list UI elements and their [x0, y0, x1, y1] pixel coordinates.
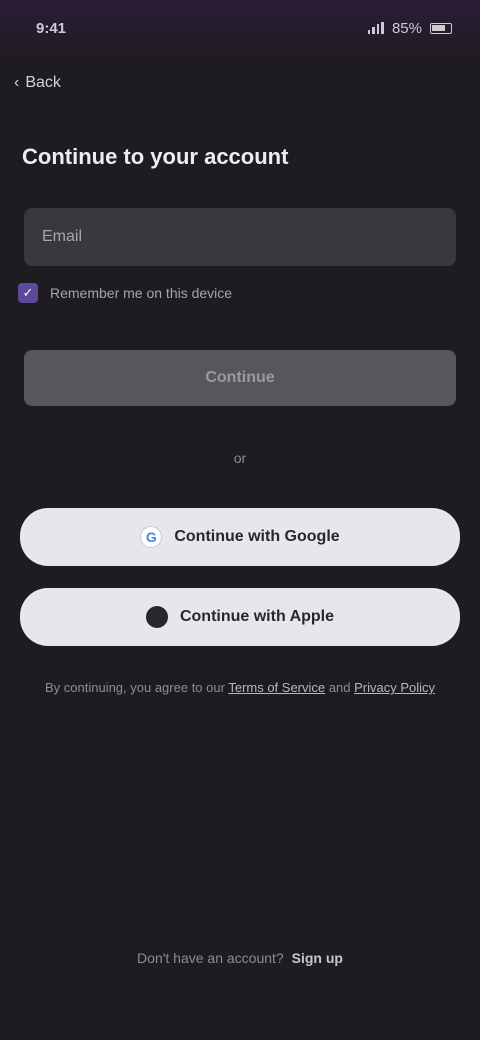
privacy-link[interactable]: Privacy Policy: [354, 680, 435, 695]
email-input[interactable]: [24, 208, 456, 266]
terms-link[interactable]: Terms of Service: [228, 680, 325, 695]
back-button[interactable]: ‹ Back: [14, 74, 61, 92]
signup-prompt: Don't have an account?: [137, 950, 284, 966]
signup-footer: Don't have an account? Sign up: [0, 950, 480, 966]
terms-prefix: By continuing, you agree to our: [44, 680, 225, 695]
google-signin-button[interactable]: G Continue with Google: [20, 508, 460, 566]
check-icon: ✓: [22, 285, 34, 300]
chevron-left-icon: ‹: [14, 74, 20, 91]
back-label: Back: [25, 74, 61, 91]
or-divider: or: [233, 450, 247, 466]
status-right: 85%: [367, 19, 452, 37]
continue-button[interactable]: Continue: [24, 350, 456, 406]
apple-icon: [145, 606, 168, 628]
status-time: 9:41: [36, 19, 67, 37]
status-left: 9:41: [36, 20, 66, 37]
signup-link[interactable]: Sign up: [292, 950, 343, 966]
google-icon: G: [140, 526, 163, 548]
remember-label: Remember me on this device: [50, 285, 233, 301]
status-bar: 9:41 85%: [0, 0, 480, 56]
battery-icon: [430, 22, 452, 34]
terms-and: and: [328, 680, 351, 695]
apple-label: Continue with Apple: [179, 608, 335, 625]
remember-row[interactable]: ✓ Remember me on this device: [18, 280, 458, 306]
apple-signin-button[interactable]: Continue with Apple: [20, 588, 460, 646]
remember-checkbox[interactable]: ✓: [18, 283, 38, 303]
page-title: Continue to your account: [22, 144, 289, 169]
signal-icon: [367, 22, 384, 34]
google-label: Continue with Google: [174, 528, 340, 545]
terms-text: By continuing, you agree to our Terms of…: [30, 678, 450, 698]
battery-percent: 85%: [391, 19, 422, 37]
